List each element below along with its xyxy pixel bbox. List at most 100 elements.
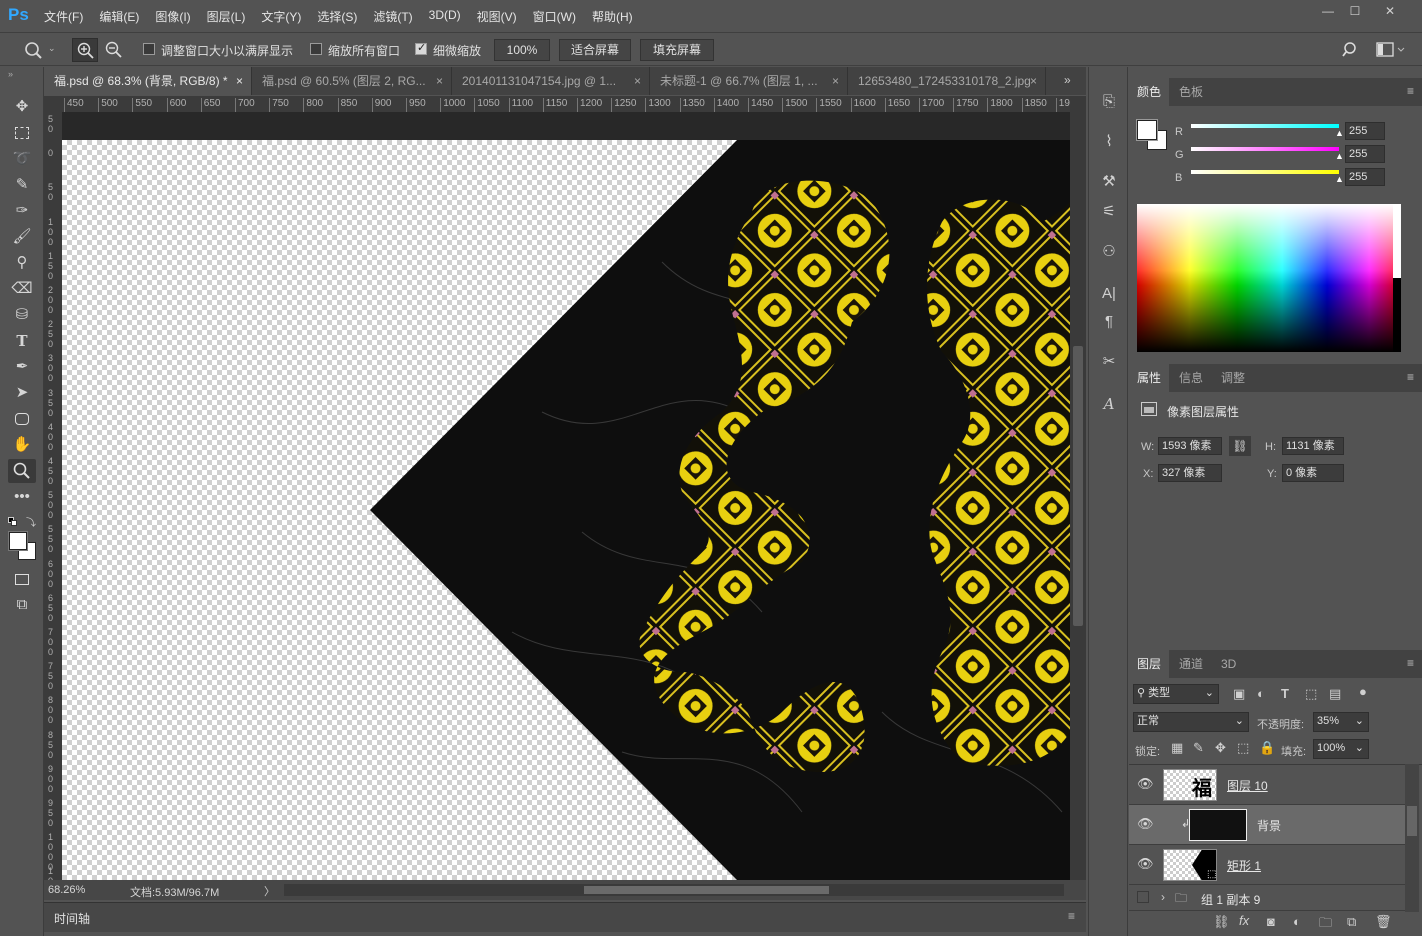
menu-layer[interactable]: 图层(L) [207,8,246,25]
layer-name[interactable]: 图层 10 [1227,777,1268,794]
tab-adjustments[interactable]: 调整 [1213,364,1253,392]
adjustments-icon[interactable]: ⚟ [1097,201,1121,223]
new-layer-icon[interactable]: ⧉ [1347,914,1356,930]
pen-tool-icon[interactable]: ✒ [8,355,36,379]
menu-select[interactable]: 选择(S) [317,8,357,25]
close-tab-icon[interactable]: × [436,67,443,95]
fill-screen-button[interactable]: 填充屏幕 [640,39,714,61]
move-tool-icon[interactable]: ✥ [8,95,36,119]
filter-shape-icon[interactable]: ⬚ [1305,686,1317,702]
menu-view[interactable]: 视图(V) [477,8,517,25]
close-tab-icon[interactable]: × [634,67,641,95]
menu-type[interactable]: 文字(Y) [261,8,301,25]
collapse-chevron-icon[interactable]: » [8,69,13,79]
marquee-tool-icon[interactable] [8,121,36,145]
expand-chevron-icon[interactable]: › [1161,890,1165,904]
close-tab-icon[interactable]: × [1030,67,1037,95]
delete-layer-icon[interactable]: 🗑 [1375,914,1392,930]
document-tab[interactable]: 12653480_172453310178_2.jpg × [848,67,1046,95]
opacity-field[interactable]: 35% ⌄ [1313,712,1369,732]
document-canvas[interactable] [62,112,1070,880]
tab-3d[interactable]: 3D [1213,650,1244,678]
width-field[interactable]: 1593 像素 [1158,437,1222,455]
fit-screen-button[interactable]: 适合屏幕 [559,39,631,61]
filter-smart-object-icon[interactable]: ▤ [1329,686,1341,702]
filter-toggle-icon[interactable]: ● [1359,684,1367,699]
layer-name[interactable]: 背景 [1257,817,1281,834]
blend-mode-select[interactable]: 正常 ⌄ [1133,712,1249,732]
lock-image-icon[interactable]: ✎ [1193,740,1204,756]
lock-transparent-icon[interactable]: ▦ [1171,740,1183,756]
eye-icon[interactable]: 👁 [1137,856,1154,872]
channel-b-value[interactable]: 255 [1345,168,1385,186]
eye-icon[interactable]: 👁 [1137,776,1154,792]
menu-window[interactable]: 窗口(W) [533,8,576,25]
tab-swatches[interactable]: 色板 [1171,78,1211,106]
shape-tool-icon[interactable] [8,407,36,431]
lock-position-icon[interactable]: ✥ [1215,740,1226,756]
resize-windows-checkbox[interactable] [143,43,155,55]
slider-handle-icon[interactable]: ▲ [1335,128,1344,138]
brush-presets-icon[interactable]: ⌇ [1097,131,1121,153]
zoom-level[interactable]: 68.26% [48,884,85,896]
layer-style-icon[interactable]: fx [1239,913,1249,928]
scrubby-zoom-checkbox[interactable] [415,41,427,55]
character-icon[interactable]: A| [1097,283,1121,305]
foreground-color-swatch[interactable] [9,532,27,550]
horizontal-scrollbar[interactable] [284,884,1064,896]
x-field[interactable]: 327 像素 [1158,464,1222,482]
zoom-100-button[interactable]: 100% [494,39,550,61]
more-tools-icon[interactable]: ••• [8,485,36,509]
layer-row[interactable]: › 🗀 组 1 副本 9 [1129,885,1405,911]
foreground-color-swatch[interactable] [1137,120,1157,140]
zoom-all-windows-checkbox[interactable] [310,43,322,55]
vertical-scrollbar[interactable] [1070,96,1086,880]
menu-3d[interactable]: 3D(D) [429,8,461,25]
menu-edit[interactable]: 编辑(E) [99,8,139,25]
scroll-thumb[interactable] [1407,806,1417,836]
channel-g-value[interactable]: 255 [1345,145,1385,163]
y-field[interactable]: 0 像素 [1282,464,1344,482]
layer-row[interactable]: 👁 ↲ 背景 [1129,805,1405,845]
tools-icon[interactable]: ✂ [1097,351,1121,373]
hand-tool-icon[interactable]: ✋ [8,433,36,457]
search-icon[interactable] [1342,41,1360,59]
panel-menu-icon[interactable]: ≡ [1407,656,1414,670]
visibility-toggle[interactable] [1137,891,1149,903]
menu-image[interactable]: 图像(I) [155,8,190,25]
filter-type-icon[interactable]: T [1281,686,1289,701]
close-tab-icon[interactable]: × [832,67,839,95]
new-adjustment-icon[interactable]: ◐ [1293,914,1301,929]
document-tab[interactable]: 福.psd @ 60.5% (图层 2, RG... × [252,67,452,95]
slider-handle-icon[interactable]: ▲ [1335,174,1344,184]
type-tool-icon[interactable]: T [8,329,36,353]
ruler-origin[interactable] [44,96,62,112]
link-layers-icon[interactable]: ⛓ [1213,914,1230,930]
maximize-button[interactable]: ☐ [1341,4,1369,20]
scroll-thumb[interactable] [584,886,829,894]
tab-channels[interactable]: 通道 [1171,650,1211,678]
menu-filter[interactable]: 滤镜(T) [373,8,412,25]
panel-menu-icon[interactable]: ≡ [1407,370,1414,384]
new-group-icon[interactable]: 🗀 [1319,914,1332,936]
lasso-tool-icon[interactable]: ➰ [8,147,36,171]
color-spectrum[interactable] [1137,204,1401,352]
height-field[interactable]: 1131 像素 [1282,437,1344,455]
stamp-tool-icon[interactable]: ⚲ [8,251,36,275]
slider-handle-icon[interactable]: ▲ [1335,151,1344,161]
brush-tool-icon[interactable]: 🖌 [8,225,36,249]
path-selection-tool-icon[interactable]: ➤ [8,381,36,405]
paint-bucket-tool-icon[interactable]: ⛁ [8,303,36,327]
quick-mask-icon[interactable] [8,567,36,591]
bw-ramp[interactable] [1393,204,1401,352]
close-window-button[interactable]: ✕ [1376,4,1404,20]
tab-info[interactable]: 信息 [1171,364,1211,392]
channel-b-slider[interactable] [1191,170,1339,174]
link-icon[interactable]: ⛓ [1229,436,1251,456]
zoom-tool-icon[interactable] [24,41,44,59]
channel-g-slider[interactable] [1191,147,1339,151]
layer-row[interactable]: 👁 福 图层 10 [1129,765,1405,805]
panel-menu-icon[interactable]: ≡ [1068,909,1075,923]
paragraph-icon[interactable]: ¶ [1097,311,1121,333]
tool-presets-icon[interactable]: ⚒ [1097,171,1121,193]
